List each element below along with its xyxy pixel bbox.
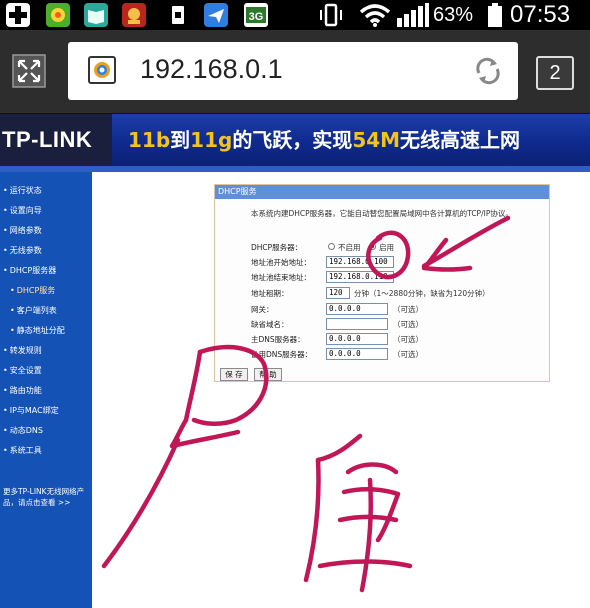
tplink-logo: TP-LINK: [0, 114, 112, 166]
lease-label: 地址租期：: [251, 289, 289, 298]
sidebar-item-label: 运行状态: [9, 186, 42, 195]
sidebar-item-label: 路由功能: [9, 386, 42, 395]
dhcp-disable-radio[interactable]: [328, 243, 335, 250]
sidebar-item-label: DHCP服务: [16, 286, 56, 295]
game-app-icon: [122, 3, 146, 27]
sidebar-item-ddns[interactable]: • 动态DNS: [3, 425, 43, 436]
site-icon: [88, 56, 116, 84]
slogan-part: 的飞跃，实现: [232, 128, 353, 152]
domain-label: 缺省域名：: [251, 320, 289, 329]
sidebar-item-label: 设置向导: [9, 206, 42, 215]
dhcp-panel: DHCP服务 本系统内建DHCP服务器，它能自动替您配置局域网中各计算机的TCP…: [214, 184, 550, 382]
sidebar-item-system-tools[interactable]: • 系统工具: [3, 445, 42, 456]
sidebar-item-label: 安全设置: [9, 366, 42, 375]
optional-hint: （可选）: [393, 350, 423, 359]
address-bar[interactable]: 192.168.0.1: [68, 42, 518, 100]
slogan-part: 到: [170, 128, 191, 152]
optional-hint: （可选）: [393, 305, 423, 314]
clock: 07:53: [510, 1, 571, 28]
sim-card-icon: [166, 3, 190, 27]
sidebar-item-security[interactable]: • 安全设置: [3, 365, 42, 376]
sidebar-item-label: 静态地址分配: [16, 326, 65, 335]
leaf-app-icon: [46, 3, 70, 27]
optional-hint: （可选）: [393, 320, 423, 329]
sidebar-item-label: 系统工具: [9, 446, 42, 455]
slogan-part: 11b: [128, 128, 171, 152]
3g-icon: 3G: [244, 3, 268, 27]
router-banner: TP-LINK 11b到11g的飞跃，实现54M无线高速上网: [0, 114, 590, 166]
sidebar-nav: • 运行状态 • 设置向导 • 网络参数 • 无线参数 • DHCP服务器 • DHCP服务…: [0, 172, 92, 608]
sidebar-item-wireless[interactable]: • 无线参数: [3, 245, 42, 256]
dhcp-server-label: DHCP服务器：: [251, 243, 303, 252]
sidebar-item-ip-mac-binding[interactable]: • IP与MAC绑定: [3, 405, 59, 416]
signal-icon: [397, 3, 429, 27]
sidebar-item-label: 动态DNS: [9, 426, 43, 435]
battery-percent: 63%: [433, 3, 474, 26]
slogan-part: 54M: [352, 128, 401, 152]
gateway-label: 网关：: [251, 305, 274, 314]
slogan-part: 11g: [190, 128, 233, 152]
gateway-input[interactable]: 0.0.0.0: [326, 303, 388, 315]
sidebar-item-status[interactable]: • 运行状态: [3, 185, 42, 196]
save-button[interactable]: 保 存: [220, 368, 248, 381]
sidebar-item-wizard[interactable]: • 设置向导: [3, 205, 42, 216]
browser-toolbar: 192.168.0.1 2: [0, 30, 590, 114]
sidebar-item-routing[interactable]: • 路由功能: [3, 385, 42, 396]
optional-hint: （可选）: [393, 335, 423, 344]
secondary-dns-input[interactable]: 0.0.0.0: [326, 348, 388, 360]
secondary-dns-label: 备用DNS服务器：: [251, 350, 313, 359]
sidebar-item-label: 网络参数: [9, 226, 42, 235]
domain-input[interactable]: [326, 318, 388, 330]
plus-icon: [6, 3, 30, 27]
help-button[interactable]: 帮 助: [254, 368, 282, 381]
tab-count-button[interactable]: 2: [536, 56, 574, 90]
vibrate-icon: [320, 3, 342, 27]
status-bar: 3G 63% 07:53: [0, 0, 590, 30]
sidebar-item-static-address[interactable]: • 静态地址分配: [10, 325, 65, 336]
battery-icon: [488, 3, 502, 27]
wifi-icon: [359, 4, 391, 27]
svg-text:3G: 3G: [249, 11, 264, 23]
sidebar-item-forwarding[interactable]: • 转发规则: [3, 345, 42, 356]
dhcp-description: 本系统内建DHCP服务器，它能自动替您配置局域网中各计算机的TCP/IP协议。: [251, 209, 513, 218]
dhcp-enable-radio[interactable]: [369, 243, 376, 250]
pool-end-label: 地址池结束地址：: [251, 273, 311, 282]
plane-app-icon: [204, 3, 228, 27]
sidebar-item-label: IP与MAC绑定: [9, 406, 59, 415]
dhcp-enable-label: 启用: [379, 243, 394, 252]
lease-hint: 分钟（1～2880分钟，缺省为120分钟）: [354, 289, 490, 298]
url-text: 192.168.0.1: [140, 54, 283, 84]
sidebar-item-label: DHCP服务器: [9, 266, 57, 275]
sidebar-item-label: 转发规则: [9, 346, 42, 355]
sidebar-item-label: 客户端列表: [16, 306, 57, 315]
sidebar-item-network[interactable]: • 网络参数: [3, 225, 42, 236]
promo-link[interactable]: 更多TP-LINK无线网络产品，请点击查看 >>: [3, 486, 91, 508]
sidebar-item-label: 无线参数: [9, 246, 42, 255]
pool-start-input[interactable]: 192.168.0.100: [326, 256, 394, 268]
book-app-icon: [84, 3, 108, 27]
sidebar-item-client-list[interactable]: • 客户端列表: [10, 305, 57, 316]
refresh-icon[interactable]: [472, 55, 504, 87]
panel-title: DHCP服务: [215, 185, 549, 199]
lease-input[interactable]: 120: [326, 287, 350, 299]
primary-dns-input[interactable]: 0.0.0.0: [326, 333, 388, 345]
banner-slogan: 11b到11g的飞跃，实现54M无线高速上网: [128, 124, 520, 153]
sidebar-item-dhcp-service[interactable]: • DHCP服务: [10, 285, 55, 296]
pool-start-label: 地址池开始地址：: [251, 258, 311, 267]
dhcp-disable-label: 不启用: [338, 243, 361, 252]
sidebar-item-dhcp-server[interactable]: • DHCP服务器: [3, 265, 56, 276]
expand-icon[interactable]: [10, 52, 48, 90]
primary-dns-label: 主DNS服务器：: [251, 335, 305, 344]
slogan-part: 无线高速上网: [400, 128, 521, 152]
pool-end-input[interactable]: 192.168.0.110: [326, 271, 394, 283]
